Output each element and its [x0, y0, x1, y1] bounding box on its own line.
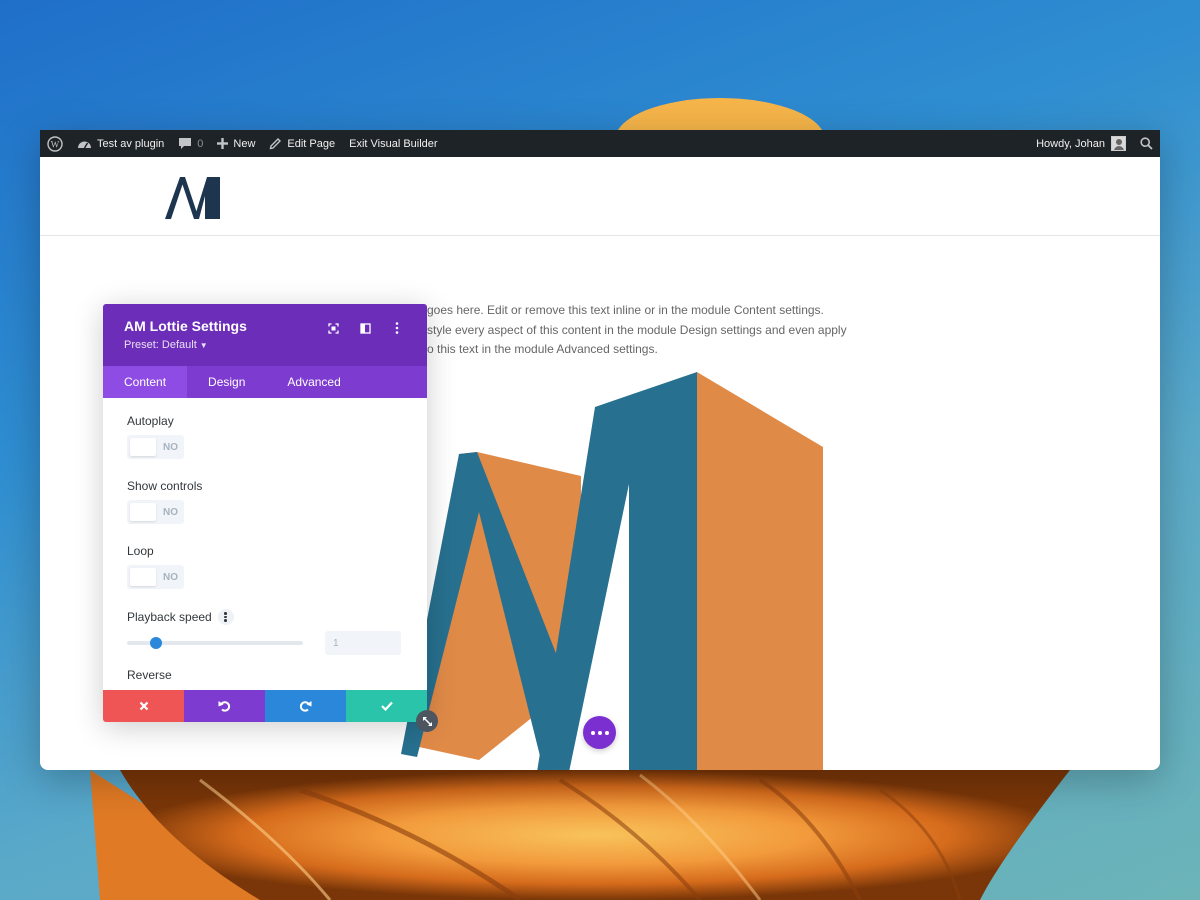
svg-text:W: W [51, 139, 60, 149]
site-name-link[interactable]: Test av plugin [70, 130, 171, 157]
split-view-icon [359, 322, 371, 334]
modal-header: AM Lottie Settings Preset: Default ▼ [103, 304, 427, 366]
toggle-knob [130, 503, 156, 521]
module-options-button[interactable] [583, 716, 616, 749]
autoplay-field: Autoplay NO [127, 414, 403, 459]
m-orange-back [697, 372, 823, 770]
modal-resize-handle[interactable] [416, 710, 438, 732]
show-controls-toggle[interactable]: NO [127, 500, 184, 524]
greeting-label: Howdy, Johan [1036, 137, 1105, 150]
redo-icon [299, 701, 312, 712]
account-menu[interactable]: Howdy, Johan [1029, 130, 1133, 157]
modal-body: Autoplay NO Show controls NO Loop NO Pla… [103, 398, 427, 690]
playback-speed-label: Playback speed [127, 610, 212, 624]
more-options-button[interactable] [381, 320, 413, 336]
comments-count: 0 [197, 137, 204, 150]
playback-speed-field: Playback speed [127, 609, 403, 655]
undo-icon [218, 701, 231, 712]
loop-toggle[interactable]: NO [127, 565, 184, 589]
expand-button[interactable] [317, 320, 349, 336]
tab-content[interactable]: Content [103, 366, 188, 398]
check-icon [380, 701, 393, 711]
edit-page-link[interactable]: Edit Page [262, 130, 342, 157]
split-view-button[interactable] [349, 320, 381, 336]
exit-visual-builder-link[interactable]: Exit Visual Builder [342, 130, 444, 157]
body-line: o this text in the module Advanced setti… [427, 342, 658, 356]
cancel-button[interactable] [103, 690, 184, 722]
autoplay-toggle[interactable]: NO [127, 435, 184, 459]
lottie-animation [401, 372, 823, 770]
body-line: goes here. Edit or remove this text inli… [427, 303, 824, 317]
plus-icon [217, 138, 229, 149]
tab-design[interactable]: Design [187, 366, 266, 398]
expand-icon [327, 322, 339, 334]
undo-button[interactable] [184, 690, 265, 722]
toggle-state: NO [163, 506, 178, 518]
dot [604, 730, 609, 735]
preset-dropdown[interactable]: Preset: Default ▼ [124, 339, 427, 351]
avatar [1111, 136, 1126, 151]
dot [224, 615, 227, 619]
search-button[interactable] [1133, 130, 1160, 157]
site-header [40, 157, 1160, 236]
text-module[interactable]: goes here. Edit or remove this text inli… [427, 301, 867, 360]
new-menu[interactable]: New [210, 130, 262, 157]
loop-field: Loop NO [127, 544, 403, 589]
more-vertical-icon [395, 322, 399, 334]
reverse-label: Reverse [127, 668, 172, 682]
show-controls-label: Show controls [127, 479, 203, 493]
comments-link[interactable]: 0 [171, 130, 210, 157]
dot [224, 619, 227, 622]
show-controls-field: Show controls NO [127, 479, 403, 524]
toggle-state: NO [163, 571, 178, 583]
preset-label: Preset: Default [124, 339, 197, 351]
dot [590, 730, 595, 735]
chevron-down-icon: ▼ [199, 341, 208, 350]
comment-icon [179, 138, 192, 149]
browser-window: W Test av plugin 0 New Edit Page Exit Vi… [40, 130, 1160, 770]
modal-tabs: Content Design Advanced [103, 366, 427, 398]
field-options-button[interactable] [217, 609, 234, 625]
resize-icon [422, 716, 432, 726]
exit-label: Exit Visual Builder [349, 137, 438, 150]
admin-bar: W Test av plugin 0 New Edit Page Exit Vi… [40, 130, 1160, 157]
site-logo[interactable] [165, 174, 221, 220]
body-line: style every aspect of this content in th… [427, 322, 847, 337]
site-name-label: Test av plugin [97, 137, 165, 150]
toggle-knob [130, 568, 156, 586]
search-icon [1140, 137, 1153, 150]
autoplay-label: Autoplay [127, 414, 174, 428]
dot [597, 730, 602, 735]
loop-label: Loop [127, 544, 154, 558]
dashboard-icon [78, 141, 91, 148]
toggle-state: NO [163, 441, 178, 453]
slider-thumb[interactable] [149, 637, 162, 649]
pencil-icon [270, 138, 282, 150]
dot [224, 612, 227, 615]
redo-button[interactable] [265, 690, 346, 722]
wordpress-menu[interactable]: W [40, 130, 70, 157]
playback-speed-slider[interactable] [127, 637, 303, 649]
save-button[interactable] [346, 690, 427, 722]
wordpress-icon: W [47, 135, 63, 152]
playback-speed-input[interactable] [325, 631, 401, 655]
new-label: New [233, 137, 256, 150]
modal-footer [103, 690, 427, 722]
edit-page-label: Edit Page [287, 137, 336, 150]
settings-modal: AM Lottie Settings Preset: Default ▼ Con… [103, 304, 427, 722]
toggle-knob [130, 438, 156, 456]
close-icon [139, 701, 148, 711]
tab-advanced[interactable]: Advanced [266, 366, 361, 398]
